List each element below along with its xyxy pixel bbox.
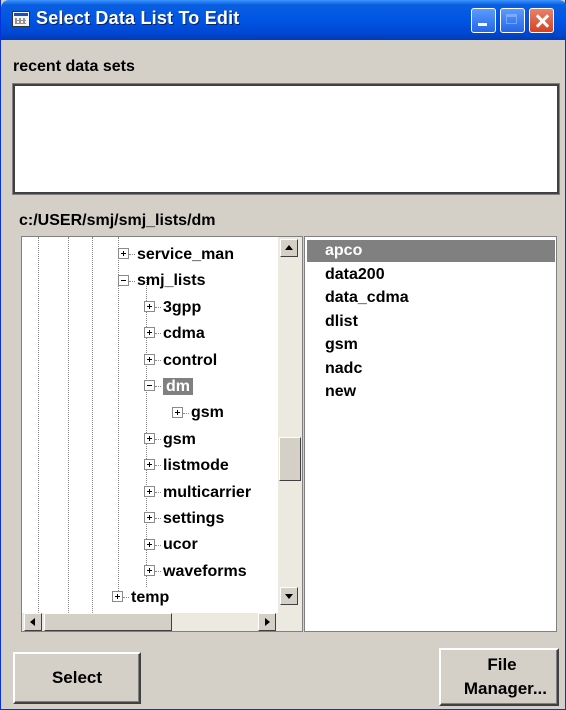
scroll-down-button[interactable]: [280, 587, 298, 605]
tree-item-label: gsm: [191, 404, 224, 422]
tree-item-label: temp: [131, 589, 170, 607]
scroll-left-button[interactable]: [24, 613, 42, 631]
file-manager-label-line2: Manager...: [463, 679, 547, 698]
expand-plus-icon[interactable]: [144, 565, 155, 577]
tree-item[interactable]: waveforms: [144, 560, 247, 584]
select-button[interactable]: Select: [13, 652, 141, 704]
tree-horizontal-scrollbar[interactable]: [22, 613, 302, 631]
expand-plus-icon[interactable]: [144, 485, 155, 497]
maximize-icon[interactable]: [500, 8, 525, 33]
close-icon[interactable]: [529, 8, 554, 33]
tree-item-label: 3gpp: [163, 298, 202, 316]
current-path-label: c:/USER/smj/smj_lists/dm: [19, 212, 216, 229]
tree-item[interactable]: 3gpp: [144, 296, 201, 320]
expand-plus-icon[interactable]: [144, 327, 155, 339]
tree-item-label: ucor: [163, 536, 198, 554]
collapse-minus-icon[interactable]: [144, 380, 155, 392]
tree-item-label: dm: [163, 378, 193, 395]
directory-tree[interactable]: service_man smj_lists 3gpp cdma control dm gsm…: [21, 236, 303, 632]
minimize-icon[interactable]: [471, 8, 496, 33]
arrow-right-icon: [265, 618, 270, 626]
file-list-item[interactable]: nadc: [325, 358, 362, 380]
recent-data-sets-list[interactable]: [12, 83, 560, 195]
tree-item[interactable]: settings: [144, 507, 224, 531]
tree-connector: [155, 571, 161, 573]
tree-connector: [155, 359, 161, 361]
expand-plus-icon[interactable]: [172, 406, 183, 418]
tree-connector: [123, 597, 129, 599]
tree-connector: [155, 333, 161, 335]
tree-item-label: smj_lists: [137, 272, 206, 290]
tree-connector: [155, 465, 161, 467]
scroll-right-button[interactable]: [258, 613, 276, 631]
tree-item-label: listmode: [163, 457, 229, 475]
data-list-window-icon: [12, 11, 30, 27]
tree-item[interactable]: gsm: [172, 401, 224, 425]
tree-vertical-scroll-thumb[interactable]: [279, 437, 301, 481]
tree-item[interactable]: listmode: [144, 454, 229, 478]
file-list-item[interactable]: gsm: [325, 334, 358, 356]
tree-item[interactable]: service_man: [118, 243, 234, 267]
file-list-item[interactable]: data_cdma: [325, 287, 409, 309]
tree-connector: [155, 386, 161, 388]
tree-guide-line: [68, 237, 69, 613]
tree-item-label: settings: [163, 510, 225, 527]
tree-item-label: control: [163, 351, 218, 369]
file-list-item[interactable]: apco: [307, 240, 555, 262]
file-list-item[interactable]: dlist: [325, 311, 358, 333]
expand-plus-icon[interactable]: [144, 433, 155, 445]
expand-plus-icon[interactable]: [144, 301, 155, 313]
tree-connector: [129, 254, 135, 256]
expand-plus-icon[interactable]: [144, 538, 155, 550]
window-title: Select Data List To Edit: [36, 8, 240, 28]
arrow-left-icon: [30, 618, 35, 626]
tree-item-label: multicarrier: [163, 483, 252, 501]
tree-item-label: service_man: [137, 246, 234, 263]
tree-connector: [155, 491, 161, 493]
tree-connector: [183, 412, 189, 414]
tree-item-label: waveforms: [163, 562, 247, 580]
file-manager-button[interactable]: File Manager...: [439, 648, 559, 706]
select-data-list-dialog: Select Data List To Edit recent data set…: [0, 0, 566, 710]
file-list-item[interactable]: data200: [325, 264, 385, 286]
tree-item[interactable]: smj_lists: [118, 269, 205, 293]
tree-item[interactable]: dm: [144, 375, 193, 399]
data-file-list[interactable]: apco data200 data_cdma dlist gsm nadc new: [304, 236, 557, 632]
tree-connector: [129, 280, 135, 282]
tree-item[interactable]: cdma: [144, 322, 205, 346]
expand-plus-icon[interactable]: [144, 353, 155, 365]
tree-connector: [155, 518, 161, 520]
title-bar[interactable]: Select Data List To Edit: [1, 0, 566, 40]
arrow-down-icon: [285, 594, 293, 599]
tree-item[interactable]: multicarrier: [144, 481, 251, 505]
recent-data-sets-label: recent data sets: [13, 58, 135, 75]
tree-horizontal-scroll-thumb[interactable]: [44, 613, 172, 631]
tree-item-label: gsm: [163, 430, 196, 448]
tree-guide-line: [38, 237, 39, 613]
scroll-up-button[interactable]: [280, 239, 298, 257]
file-list-item[interactable]: new: [325, 381, 356, 403]
collapse-minus-icon[interactable]: [118, 274, 129, 286]
tree-vertical-scrollbar[interactable]: [278, 237, 302, 613]
tree-connector: [155, 439, 161, 441]
tree-item-label: cdma: [163, 325, 205, 343]
expand-plus-icon[interactable]: [112, 591, 123, 603]
tree-connector: [155, 544, 161, 546]
expand-plus-icon[interactable]: [144, 512, 155, 524]
tree-item[interactable]: control: [144, 349, 217, 373]
tree-item[interactable]: temp: [112, 586, 169, 610]
tree-connector: [155, 307, 161, 309]
file-manager-label-line1: File: [487, 655, 517, 674]
expand-plus-icon[interactable]: [118, 248, 129, 260]
tree-guide-line: [92, 237, 93, 613]
tree-item[interactable]: gsm: [144, 428, 196, 452]
tree-item[interactable]: ucor: [144, 533, 198, 557]
expand-plus-icon[interactable]: [144, 459, 155, 471]
arrow-up-icon: [285, 245, 293, 250]
